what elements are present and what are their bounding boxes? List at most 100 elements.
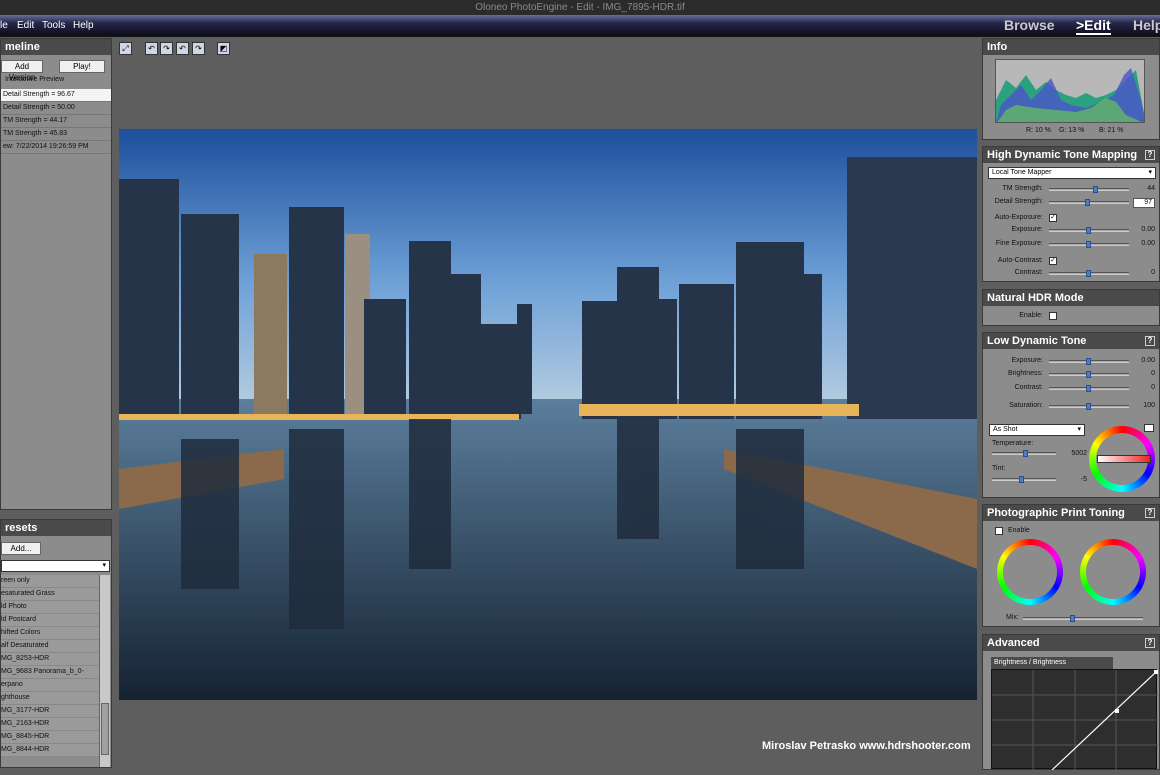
curve-editor[interactable] (991, 669, 1158, 771)
tint-thumb[interactable] (1019, 476, 1024, 483)
rotate-right-icon[interactable]: ↷ (160, 42, 173, 55)
temperature-label: Temperature: (992, 440, 1034, 447)
menu-edit[interactable]: Edit (17, 20, 34, 31)
play-button[interactable]: Play! (59, 60, 105, 73)
temperature-thumb[interactable] (1023, 450, 1028, 457)
window-title: Oloneo PhotoEngine - Edit - IMG_7895-HDR… (0, 0, 1160, 15)
list-item[interactable]: MG_9683 Panorama_b_0-HDR (1, 666, 99, 687)
tm-strength-thumb[interactable] (1093, 186, 1098, 193)
preset-list: reen only esaturated Grass ld Photo ld P… (1, 575, 111, 767)
list-item[interactable]: reen only (1, 575, 99, 588)
color-swatch[interactable] (1144, 424, 1154, 432)
detail-strength-input[interactable]: 97 (1133, 198, 1155, 208)
photo-canvas[interactable] (119, 129, 977, 700)
tm-strength-value[interactable]: 44 (1133, 185, 1155, 192)
timeline-item[interactable]: ew: 7/22/2014 19:26:59 PM (1, 141, 111, 154)
timeline-item[interactable]: Detail Strength = 96.67 (1, 89, 111, 102)
auto-contrast-checkbox[interactable]: ✓ (1049, 257, 1057, 265)
contrast-value[interactable]: 0 (1133, 269, 1155, 276)
list-item[interactable]: MG_8844-HDR (1, 744, 99, 757)
list-item[interactable]: ld Postcard (1, 614, 99, 627)
fine-exposure-thumb[interactable] (1086, 241, 1091, 248)
info-panel: Info R: 10 % G: 13 % B: 21 % (982, 38, 1160, 140)
help-icon[interactable]: ? (1145, 150, 1155, 160)
tint-slider[interactable] (992, 478, 1056, 481)
contrast-thumb[interactable] (1086, 270, 1091, 277)
help-icon[interactable]: ? (1145, 508, 1155, 518)
menu-help[interactable]: Help (73, 20, 94, 31)
list-item[interactable]: MG_3177-HDR (1, 705, 99, 718)
list-item[interactable]: esaturated Grass (1, 588, 99, 601)
list-item[interactable]: ld Photo (1, 601, 99, 614)
tone-mapper-select[interactable]: Local Tone Mapper ▾ (988, 167, 1156, 179)
tint-label: Tint: (992, 465, 1006, 472)
ldt-brightness-thumb[interactable] (1086, 371, 1091, 378)
advanced-title-text: Advanced (987, 637, 1040, 649)
toning-mix-slider[interactable] (1023, 617, 1143, 620)
preset-category-select[interactable]: ▾ (1, 560, 110, 572)
temperature-value[interactable]: 5002 (1063, 450, 1087, 457)
tint-value[interactable]: -5 (1063, 476, 1087, 483)
scrollbar-thumb[interactable] (101, 703, 109, 755)
ldt-saturation-thumb[interactable] (1086, 403, 1091, 410)
natural-hdr-title: Natural HDR Mode (983, 290, 1159, 306)
print-toning-title-text: Photographic Print Toning (987, 507, 1125, 519)
list-item[interactable]: alf Desaturated (1, 640, 99, 653)
color-wheel[interactable] (1089, 426, 1155, 492)
auto-contrast-label: Auto-Contrast: (997, 257, 1043, 264)
list-item[interactable]: hifted Colors (1, 627, 99, 640)
list-item[interactable]: MG_8253-HDR (1, 653, 99, 666)
color-wheel-handle[interactable] (1097, 455, 1151, 463)
natural-enable-checkbox[interactable] (1049, 312, 1057, 320)
fit-view-icon[interactable]: ⤢ (119, 42, 132, 55)
detail-strength-thumb[interactable] (1085, 199, 1090, 206)
list-item[interactable]: erpano (1, 679, 99, 692)
help-icon[interactable]: ? (1145, 336, 1155, 346)
flip-vertical-icon[interactable]: ↷ (192, 42, 205, 55)
toning-mix-thumb[interactable] (1070, 615, 1075, 622)
tab-edit[interactable]: >Edit (1076, 17, 1111, 35)
list-item[interactable]: ghthouse (1, 692, 99, 705)
list-item[interactable]: MG_2163-HDR (1, 718, 99, 731)
menu-tools[interactable]: Tools (42, 20, 65, 31)
flip-icon[interactable]: ↶ (176, 42, 189, 55)
photo-image (119, 129, 977, 700)
exposure-label: Exposure: (1011, 226, 1043, 233)
exposure-thumb[interactable] (1086, 227, 1091, 234)
timeline-item[interactable]: TM Strength = 45.83 (1, 128, 111, 141)
scrollbar[interactable] (99, 575, 110, 767)
fine-exposure-label: Fine Exposure: (995, 240, 1043, 247)
menu-bar: le Edit Tools Help Browse >Edit Help (0, 15, 1160, 37)
tab-browse[interactable]: Browse (1004, 17, 1055, 33)
help-icon[interactable]: ? (1145, 638, 1155, 648)
timeline-item[interactable]: TM Strength = 44.17 (1, 115, 111, 128)
shadow-toning-wheel[interactable] (1080, 539, 1146, 605)
auto-exposure-checkbox[interactable]: ✓ (1049, 214, 1057, 222)
interactive-preview-label[interactable]: Interactive Preview (5, 76, 64, 83)
white-balance-select[interactable]: As Shot ▾ (989, 424, 1085, 436)
curve-tab[interactable]: Brightness / Brightness (991, 657, 1113, 669)
menu-file[interactable]: le (0, 20, 8, 31)
ldt-contrast-thumb[interactable] (1086, 385, 1091, 392)
tab-help[interactable]: Help (1133, 17, 1160, 33)
crop-icon[interactable]: ◩ (217, 42, 230, 55)
ldt-brightness-value[interactable]: 0 (1133, 370, 1155, 377)
ldt-brightness-label: Brightness: (1007, 370, 1043, 377)
highlight-toning-wheel[interactable] (997, 539, 1063, 605)
exposure-value[interactable]: 0.00 (1133, 226, 1155, 233)
ldt-contrast-value[interactable]: 0 (1133, 384, 1155, 391)
add-version-button[interactable]: Add Version (1, 60, 43, 82)
list-item[interactable]: MG_8845-HDR (1, 731, 99, 744)
white-balance-value: As Shot (993, 426, 1018, 433)
ldt-exposure-value[interactable]: 0.00 (1133, 357, 1155, 364)
timeline-item[interactable]: Detail Strength = 50.00 (1, 102, 111, 115)
fine-exposure-value[interactable]: 0.00 (1133, 240, 1155, 247)
tm-strength-slider[interactable] (1049, 188, 1129, 191)
histogram-red-pct: R: 10 % (1026, 127, 1051, 134)
ldt-saturation-value[interactable]: 100 (1133, 402, 1155, 409)
timeline-title: meline (1, 39, 111, 55)
ldt-exposure-thumb[interactable] (1086, 358, 1091, 365)
rotate-left-icon[interactable]: ↶ (145, 42, 158, 55)
add-preset-button[interactable]: Add... (1, 542, 41, 555)
toning-enable-checkbox[interactable] (995, 527, 1003, 535)
